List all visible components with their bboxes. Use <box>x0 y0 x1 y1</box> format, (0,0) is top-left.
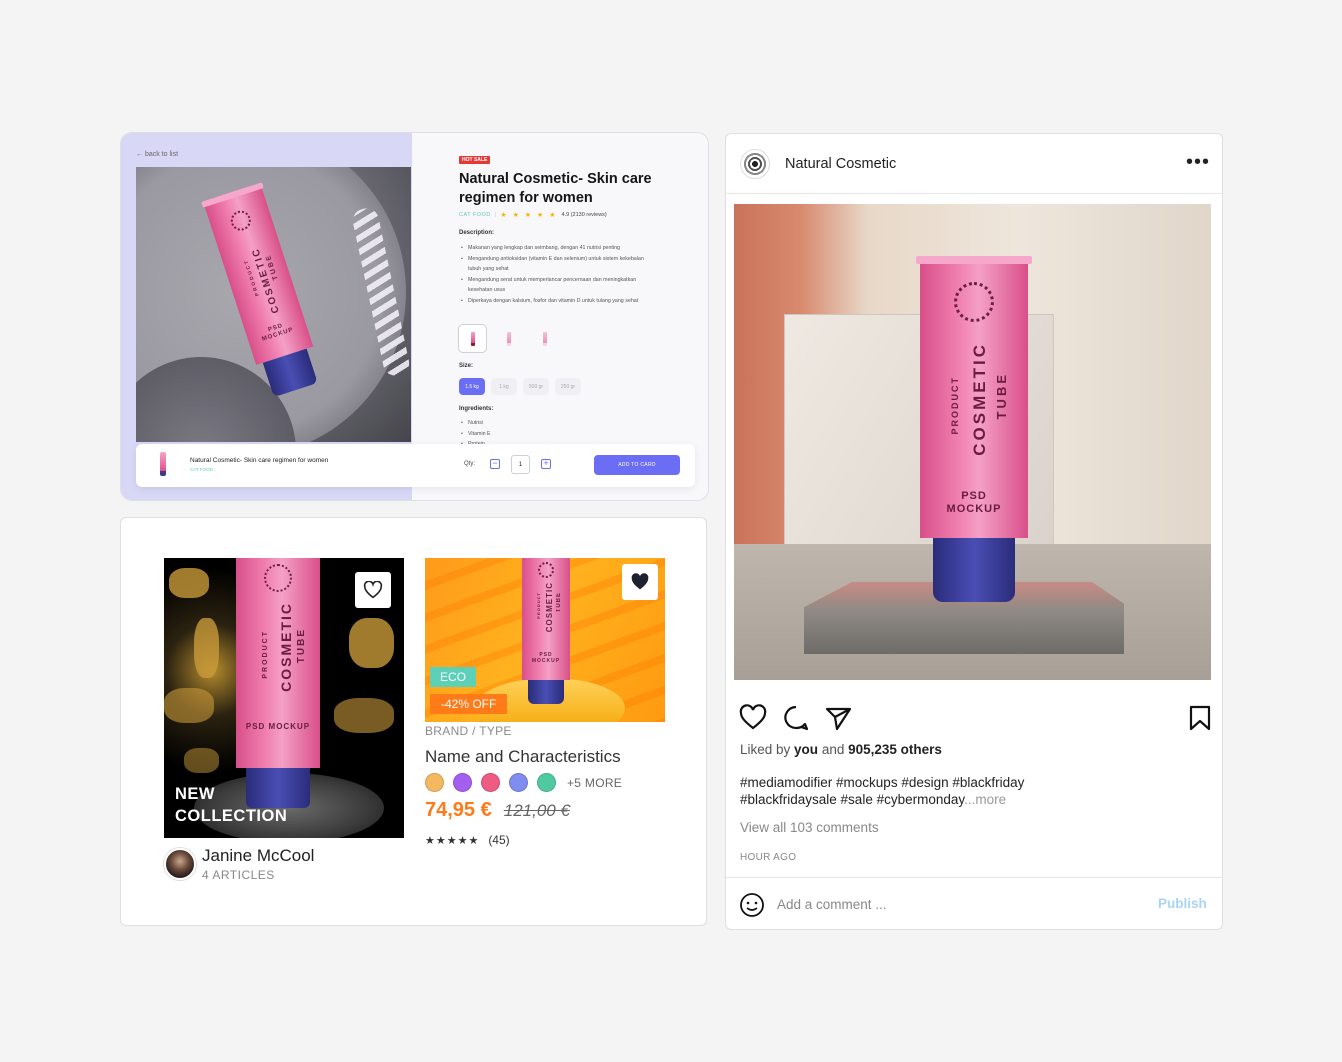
ingredient-item: Nutrisi <box>461 418 491 429</box>
likes-you[interactable]: you <box>794 742 818 757</box>
rating-stars: ★★★★★ <box>425 834 480 847</box>
tube-thumbnail-image <box>542 331 547 346</box>
cosmetic-tube: COSMETIC PRODUCT TUBE PSD MOCKUP <box>915 256 1033 602</box>
new-collection-line1: NEW <box>175 785 215 803</box>
quantity-field[interactable]: 1 <box>511 455 530 474</box>
social-post-card: Natural Cosmetic ••• COSMETIC PRODUCT TU… <box>725 133 1223 930</box>
rating-text: 4.9 (2130 reviews) <box>561 212 607 218</box>
ingredient-item: Vitamin E <box>461 429 491 440</box>
cosmetic-tube: COSMETIC PRODUCT TUBE PSD MOCKUP <box>522 558 570 706</box>
favorite-button[interactable] <box>622 564 658 600</box>
more-colors-link[interactable]: +5 MORE <box>567 776 622 790</box>
likes-and: and <box>818 742 849 757</box>
product-image[interactable]: COSMETIC PRODUCT TUBE PSD MOCKUP ECO -42… <box>425 558 665 722</box>
product-name[interactable]: Name and Characteristics <box>425 747 621 767</box>
emoji-icon[interactable] <box>739 892 765 918</box>
quantity-label: Qty: <box>464 461 476 467</box>
size-options: 1.5 kg 1 kg 500 gr 250 gr <box>459 378 581 395</box>
old-price: 121,00 € <box>503 801 570 820</box>
price-row: 74,95 € 121,00 € <box>425 799 570 822</box>
author-name[interactable]: Janine McCool <box>202 846 314 866</box>
size-label: Size: <box>459 363 474 369</box>
color-swatches: +5 MORE <box>425 773 622 792</box>
thumbnail[interactable] <box>458 324 487 353</box>
size-option[interactable]: 1.5 kg <box>459 378 485 395</box>
cart-product-name: Natural Cosmetic- Skin care regimen for … <box>190 457 329 464</box>
post-actions <box>739 704 1211 732</box>
ingredients-label: Ingredients: <box>459 406 494 412</box>
comment-icon[interactable] <box>782 704 810 732</box>
size-option[interactable]: 250 gr <box>555 378 581 395</box>
heart-icon[interactable] <box>739 704 767 732</box>
description-item: Diperkaya dengan kalsium, fosfor dan vit… <box>461 296 656 307</box>
likes-prefix: Liked by <box>740 742 795 757</box>
account-name[interactable]: Natural Cosmetic <box>785 156 896 172</box>
product-title: Natural Cosmetic- Skin care regimen for … <box>459 171 652 206</box>
add-to-cart-button[interactable]: ADD TO CARD <box>594 455 680 475</box>
favorite-button[interactable] <box>355 572 391 608</box>
color-swatch[interactable] <box>425 773 444 792</box>
tube-thumbnail-image <box>506 331 511 346</box>
size-option[interactable]: 500 gr <box>523 378 549 395</box>
post-caption: #mediamodifier #mockups #design #blackfr… <box>740 774 1080 808</box>
review-count[interactable]: (45) <box>488 833 509 847</box>
view-comments-link[interactable]: View all 103 comments <box>740 820 879 835</box>
product-meta: CAT FOOD | ★ ★ ★ ★ ★ 4.9 (2130 reviews) <box>459 212 607 219</box>
color-swatch[interactable] <box>481 773 500 792</box>
new-collection-label: NEW COLLECTION <box>175 783 287 827</box>
discount-badge: -42% OFF <box>430 694 508 714</box>
thumbnail[interactable] <box>494 324 523 353</box>
rating-stars: ★ ★ ★ ★ ★ <box>500 212 558 219</box>
author-articles-count: 4 ARTICLES <box>202 868 275 882</box>
share-icon[interactable] <box>824 704 852 732</box>
quantity-decrease-button[interactable]: − <box>490 459 500 469</box>
shop-cards-panel: COSMETIC PRODUCT TUBE PSD MOCKUP NEW COL… <box>120 517 707 926</box>
description-item: Makanan yang lengkap dan seimbang, denga… <box>461 243 656 254</box>
description-item: Mengandung serat untuk memperlancar penc… <box>461 275 656 296</box>
likes-summary: Liked by you and 905,235 others <box>740 742 942 757</box>
product-photo: COSMETIC PRODUCT TUBE PSD MOCKUP <box>136 167 411 442</box>
thumbnail[interactable] <box>530 324 559 353</box>
post-header: Natural Cosmetic ••• <box>726 134 1222 194</box>
likes-count[interactable]: 905,235 others <box>848 742 942 757</box>
more-options-icon[interactable]: ••• <box>1186 152 1210 172</box>
eco-badge: ECO <box>430 667 477 687</box>
caption-more-link[interactable]: ...more <box>964 792 1006 807</box>
back-link-label: back to list <box>144 151 179 158</box>
comment-input[interactable] <box>777 892 1077 916</box>
new-collection-line2: COLLECTION <box>175 807 288 825</box>
product-page-card: ← back to list COSMETIC PRODUCT TUBE PSD… <box>120 132 709 501</box>
size-option[interactable]: 1 kg <box>491 378 517 395</box>
color-swatch[interactable] <box>509 773 528 792</box>
heart-outline-icon <box>363 581 383 599</box>
cart-product-category: CAT FOOD <box>190 467 213 472</box>
brand-type-label: BRAND / TYPE <box>425 724 512 738</box>
cart-bar: Natural Cosmetic- Skin care regimen for … <box>136 444 695 487</box>
reviews-row: ★★★★★ (45) <box>425 833 510 847</box>
avatar[interactable] <box>740 149 770 179</box>
color-swatch[interactable] <box>453 773 472 792</box>
hot-sale-badge: HOT SALE <box>459 156 491 164</box>
post-timestamp: HOUR AGO <box>740 852 797 863</box>
category-label: CAT FOOD <box>459 212 491 218</box>
avatar[interactable] <box>164 848 196 880</box>
current-price: 74,95 € <box>425 799 492 821</box>
collection-image[interactable]: COSMETIC PRODUCT TUBE PSD MOCKUP NEW COL… <box>164 558 404 838</box>
back-link[interactable]: ← back to list <box>136 151 178 158</box>
description-item: Mengandung antioksidan (vitamin E dan se… <box>461 254 656 275</box>
comment-bar: Publish <box>726 877 1222 929</box>
bookmark-icon[interactable] <box>1186 704 1214 732</box>
cart-product-thumbnail <box>160 452 166 476</box>
post-image[interactable]: COSMETIC PRODUCT TUBE PSD MOCKUP <box>734 204 1211 680</box>
heart-filled-icon <box>631 573 649 590</box>
publish-button[interactable]: Publish <box>1158 896 1207 911</box>
tube-thumbnail-image <box>470 331 475 346</box>
description-label: Description: <box>459 230 495 236</box>
cosmetic-tube: COSMETIC PRODUCT TUBE PSD MOCKUP <box>236 558 320 808</box>
thumbnail-strip <box>458 324 559 353</box>
quantity-increase-button[interactable]: + <box>541 459 551 469</box>
description-list: Makanan yang lengkap dan seimbang, denga… <box>461 243 656 306</box>
color-swatch[interactable] <box>537 773 556 792</box>
